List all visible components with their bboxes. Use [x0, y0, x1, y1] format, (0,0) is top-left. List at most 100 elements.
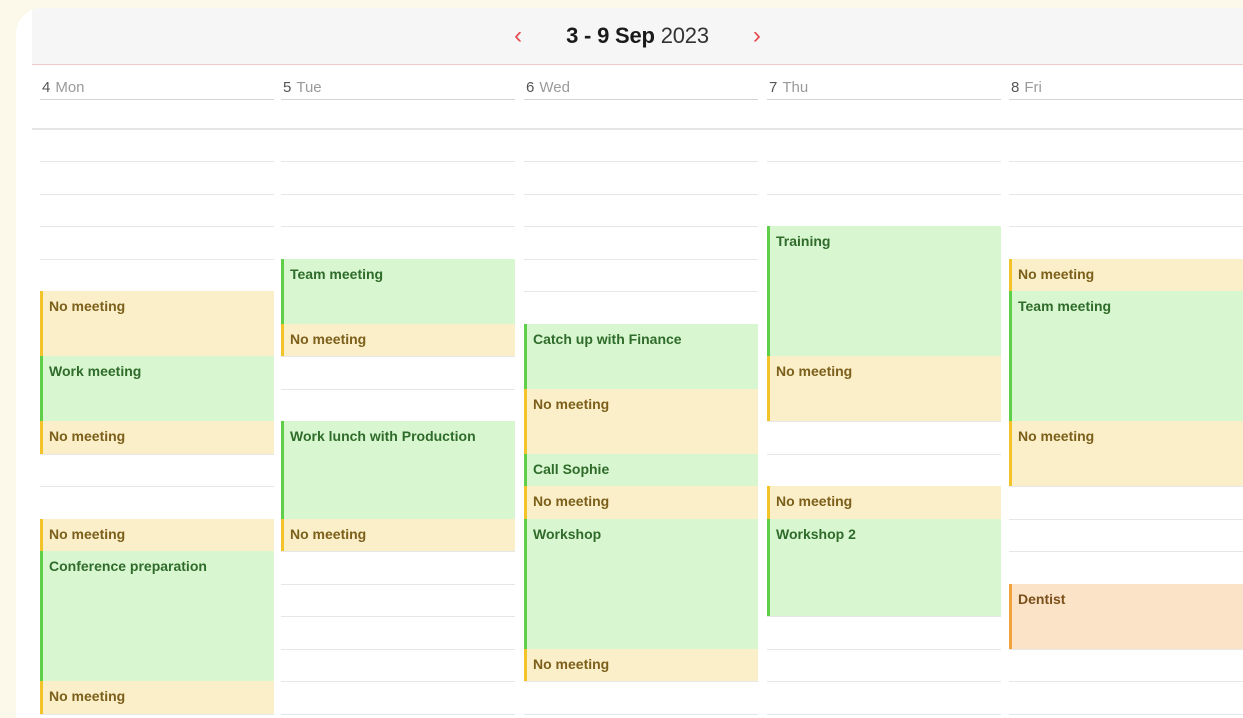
event-title: Work lunch with Production: [290, 428, 476, 444]
calendar-event[interactable]: Workshop: [524, 518, 758, 649]
time-slot-line: [281, 388, 515, 390]
previous-week-button[interactable]: ‹: [498, 8, 538, 64]
time-slot-line: [767, 161, 1001, 162]
calendar-window: ‹ 3 - 9 Sep 2023 › 4 Mon 5 Tue 6 Wed 7 Thu 8 Fri …: [16, 8, 1243, 718]
event-title: No meeting: [49, 428, 126, 444]
event-title: No meeting: [290, 330, 367, 347]
calendar-event[interactable]: Dentist: [1009, 583, 1243, 649]
chevron-left-icon: ‹: [514, 22, 523, 49]
calendar-event[interactable]: No meeting: [1009, 421, 1243, 486]
calendar-event[interactable]: No meeting: [281, 323, 515, 356]
calendar-event[interactable]: Work lunch with Production: [281, 421, 515, 519]
calendar-event[interactable]: No meeting: [281, 518, 515, 551]
time-slot-line: [1009, 713, 1243, 715]
time-slot-line: [281, 583, 515, 585]
calendar-event[interactable]: No meeting: [40, 681, 274, 714]
day-header-thu[interactable]: 7 Thu: [767, 65, 1001, 100]
calendar-event[interactable]: No meeting: [767, 486, 1001, 519]
event-title: Catch up with Finance: [533, 330, 682, 347]
time-slot-line: [40, 193, 274, 195]
day-name: Thu: [782, 79, 809, 96]
event-title: No meeting: [290, 525, 367, 542]
event-title: No meeting: [776, 493, 853, 509]
time-slot-line: [1009, 193, 1243, 195]
calendar-event[interactable]: No meeting: [40, 518, 274, 551]
calendar-event[interactable]: Team meeting: [281, 258, 515, 324]
calendar-event[interactable]: No meeting: [524, 388, 758, 454]
event-title: Work meeting: [49, 363, 142, 379]
event-title: Training: [776, 233, 831, 249]
day-header-tue[interactable]: 5 Tue: [281, 65, 515, 100]
time-slot-line: [40, 453, 274, 455]
day-header-mon[interactable]: 4 Mon: [40, 65, 274, 100]
day-number: 7: [769, 79, 778, 96]
day-number: 8: [1011, 79, 1020, 96]
time-slot-line: [1009, 486, 1243, 487]
calendar-event[interactable]: Team meeting: [1009, 291, 1243, 421]
week-grid[interactable]: 4 Mon 5 Tue 6 Wed 7 Thu 8 Fri No meeting Work meet…: [16, 65, 1243, 718]
time-slot-line: [524, 161, 758, 162]
time-slot-line: [524, 681, 758, 682]
time-slot-line: [1009, 161, 1243, 162]
next-week-button[interactable]: ›: [737, 8, 777, 64]
event-title: No meeting: [533, 493, 610, 509]
time-slot-line: [524, 258, 758, 260]
calendar-event[interactable]: No meeting: [40, 421, 274, 454]
calendar-event[interactable]: No meeting: [524, 648, 758, 681]
time-slot-line: [1009, 551, 1243, 552]
chevron-right-icon: ›: [752, 22, 761, 49]
event-title: No meeting: [1018, 265, 1095, 282]
week-range-year: 2023: [660, 23, 709, 48]
time-slot-line: [281, 551, 515, 552]
time-slot-line: [281, 713, 515, 715]
time-slot-line: [767, 193, 1001, 195]
calendar-event[interactable]: No meeting: [1009, 258, 1243, 291]
calendar-event[interactable]: No meeting: [524, 486, 758, 519]
time-slot-line: [40, 713, 274, 715]
time-slot-line: [281, 648, 515, 650]
calendar-event[interactable]: Workshop 2: [767, 518, 1001, 616]
day-header-fri[interactable]: 8 Fri: [1009, 65, 1243, 100]
calendar-event[interactable]: No meeting: [40, 291, 274, 356]
time-slot-line: [1009, 681, 1243, 682]
time-slot-line: [281, 616, 515, 617]
calendar-event[interactable]: Catch up with Finance: [524, 323, 758, 389]
time-slot-line: [524, 291, 758, 292]
event-title: No meeting: [533, 395, 610, 412]
event-title: Team meeting: [1018, 298, 1112, 314]
calendar-event[interactable]: Call Sophie: [524, 453, 758, 486]
time-slot-line: [281, 161, 515, 162]
day-header-wed[interactable]: 6 Wed: [524, 65, 758, 100]
day-name: Fri: [1024, 79, 1042, 96]
event-title: Dentist: [1018, 590, 1066, 607]
event-title: Team meeting: [290, 265, 384, 282]
all-day-separator: [32, 128, 1243, 130]
time-slot-line: [40, 486, 274, 487]
time-slot-line: [1009, 518, 1243, 520]
time-slot-line: [281, 226, 515, 227]
time-slot-line: [767, 648, 1001, 650]
time-slot-line: [767, 681, 1001, 682]
event-title: No meeting: [776, 363, 853, 379]
event-title: Call Sophie: [533, 460, 610, 477]
time-slot-line: [524, 226, 758, 227]
calendar-event[interactable]: Work meeting: [40, 356, 274, 421]
calendar-event[interactable]: Conference preparation: [40, 551, 274, 681]
day-number: 6: [526, 79, 535, 96]
event-title: Conference preparation: [49, 558, 207, 574]
calendar-event[interactable]: No meeting: [767, 356, 1001, 421]
time-slot-line: [767, 421, 1001, 422]
time-slot-line: [281, 681, 515, 682]
event-title: Workshop: [533, 525, 602, 542]
time-slot-line: [40, 258, 274, 260]
time-slot-line: [524, 713, 758, 715]
event-title: Workshop 2: [776, 525, 856, 542]
day-name: Mon: [55, 79, 85, 96]
time-slot-line: [1009, 226, 1243, 227]
event-title: No meeting: [49, 688, 126, 704]
time-slot-line: [40, 161, 274, 162]
time-slot-line: [1009, 648, 1243, 650]
time-slot-line: [767, 453, 1001, 455]
day-name: Wed: [539, 79, 570, 96]
calendar-event[interactable]: Training: [767, 226, 1001, 356]
